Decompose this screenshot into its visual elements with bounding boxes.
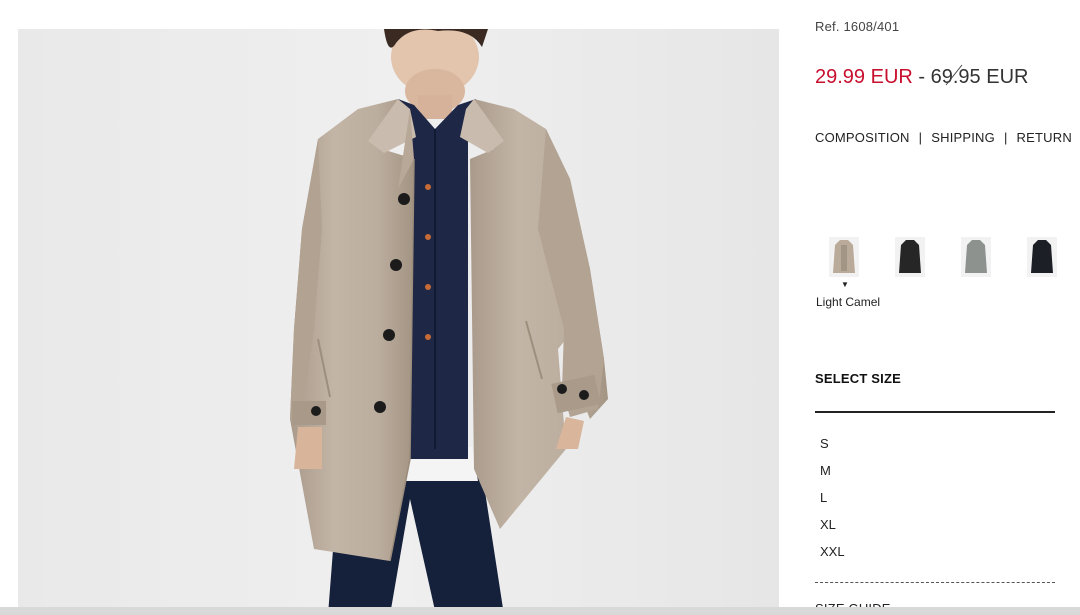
price-row: 29.99 EUR - 69.95 EUR <box>815 64 1029 89</box>
product-page: Ref. 1608/401 29.99 EUR - 69.95 EUR COMP… <box>0 0 1080 615</box>
size-option-l[interactable]: L <box>820 490 845 517</box>
original-price: 69.95 EUR <box>930 64 1029 88</box>
product-image[interactable] <box>18 29 779 615</box>
horizontal-scrollbar[interactable] <box>0 607 1080 615</box>
size-option-xxl[interactable]: XXL <box>820 544 845 571</box>
swatch-grey[interactable] <box>961 237 991 277</box>
product-reference: Ref. 1608/401 <box>815 19 900 34</box>
link-separator: | <box>1003 130 1008 145</box>
coat-thumbnail-icon <box>895 237 925 277</box>
selected-caret-icon: ▼ <box>841 280 849 289</box>
product-info-panel: Ref. 1608/401 29.99 EUR - 69.95 EUR COMP… <box>815 0 1072 615</box>
info-links: COMPOSITION | SHIPPING | RETURN <box>815 130 1072 145</box>
size-option-s[interactable]: S <box>820 436 845 463</box>
coat-model-illustration <box>18 29 779 615</box>
size-list: S M L XL XXL <box>820 436 845 571</box>
swatch-navy-black[interactable] <box>1027 237 1057 277</box>
size-option-m[interactable]: M <box>820 463 845 490</box>
coat-thumbnail-icon <box>961 237 991 277</box>
swatch-light-camel[interactable] <box>829 237 859 277</box>
size-guide-divider <box>815 582 1055 583</box>
price-separator: - <box>912 66 931 88</box>
original-price-text: 69.95 EUR <box>930 66 1029 88</box>
select-size-heading[interactable]: SELECT SIZE <box>815 371 901 386</box>
size-divider <box>815 411 1055 413</box>
selected-color-name: Light Camel <box>816 295 881 309</box>
composition-link[interactable]: COMPOSITION <box>815 130 910 145</box>
coat-thumbnail-icon <box>829 237 859 277</box>
size-option-xl[interactable]: XL <box>820 517 845 544</box>
sale-price: 29.99 EUR <box>815 66 913 88</box>
color-swatches <box>815 237 1065 277</box>
link-separator: | <box>918 130 923 145</box>
coat-thumbnail-icon <box>1027 237 1057 277</box>
return-link[interactable]: RETURN <box>1017 130 1072 145</box>
shipping-link[interactable]: SHIPPING <box>931 130 995 145</box>
swatch-black[interactable] <box>895 237 925 277</box>
